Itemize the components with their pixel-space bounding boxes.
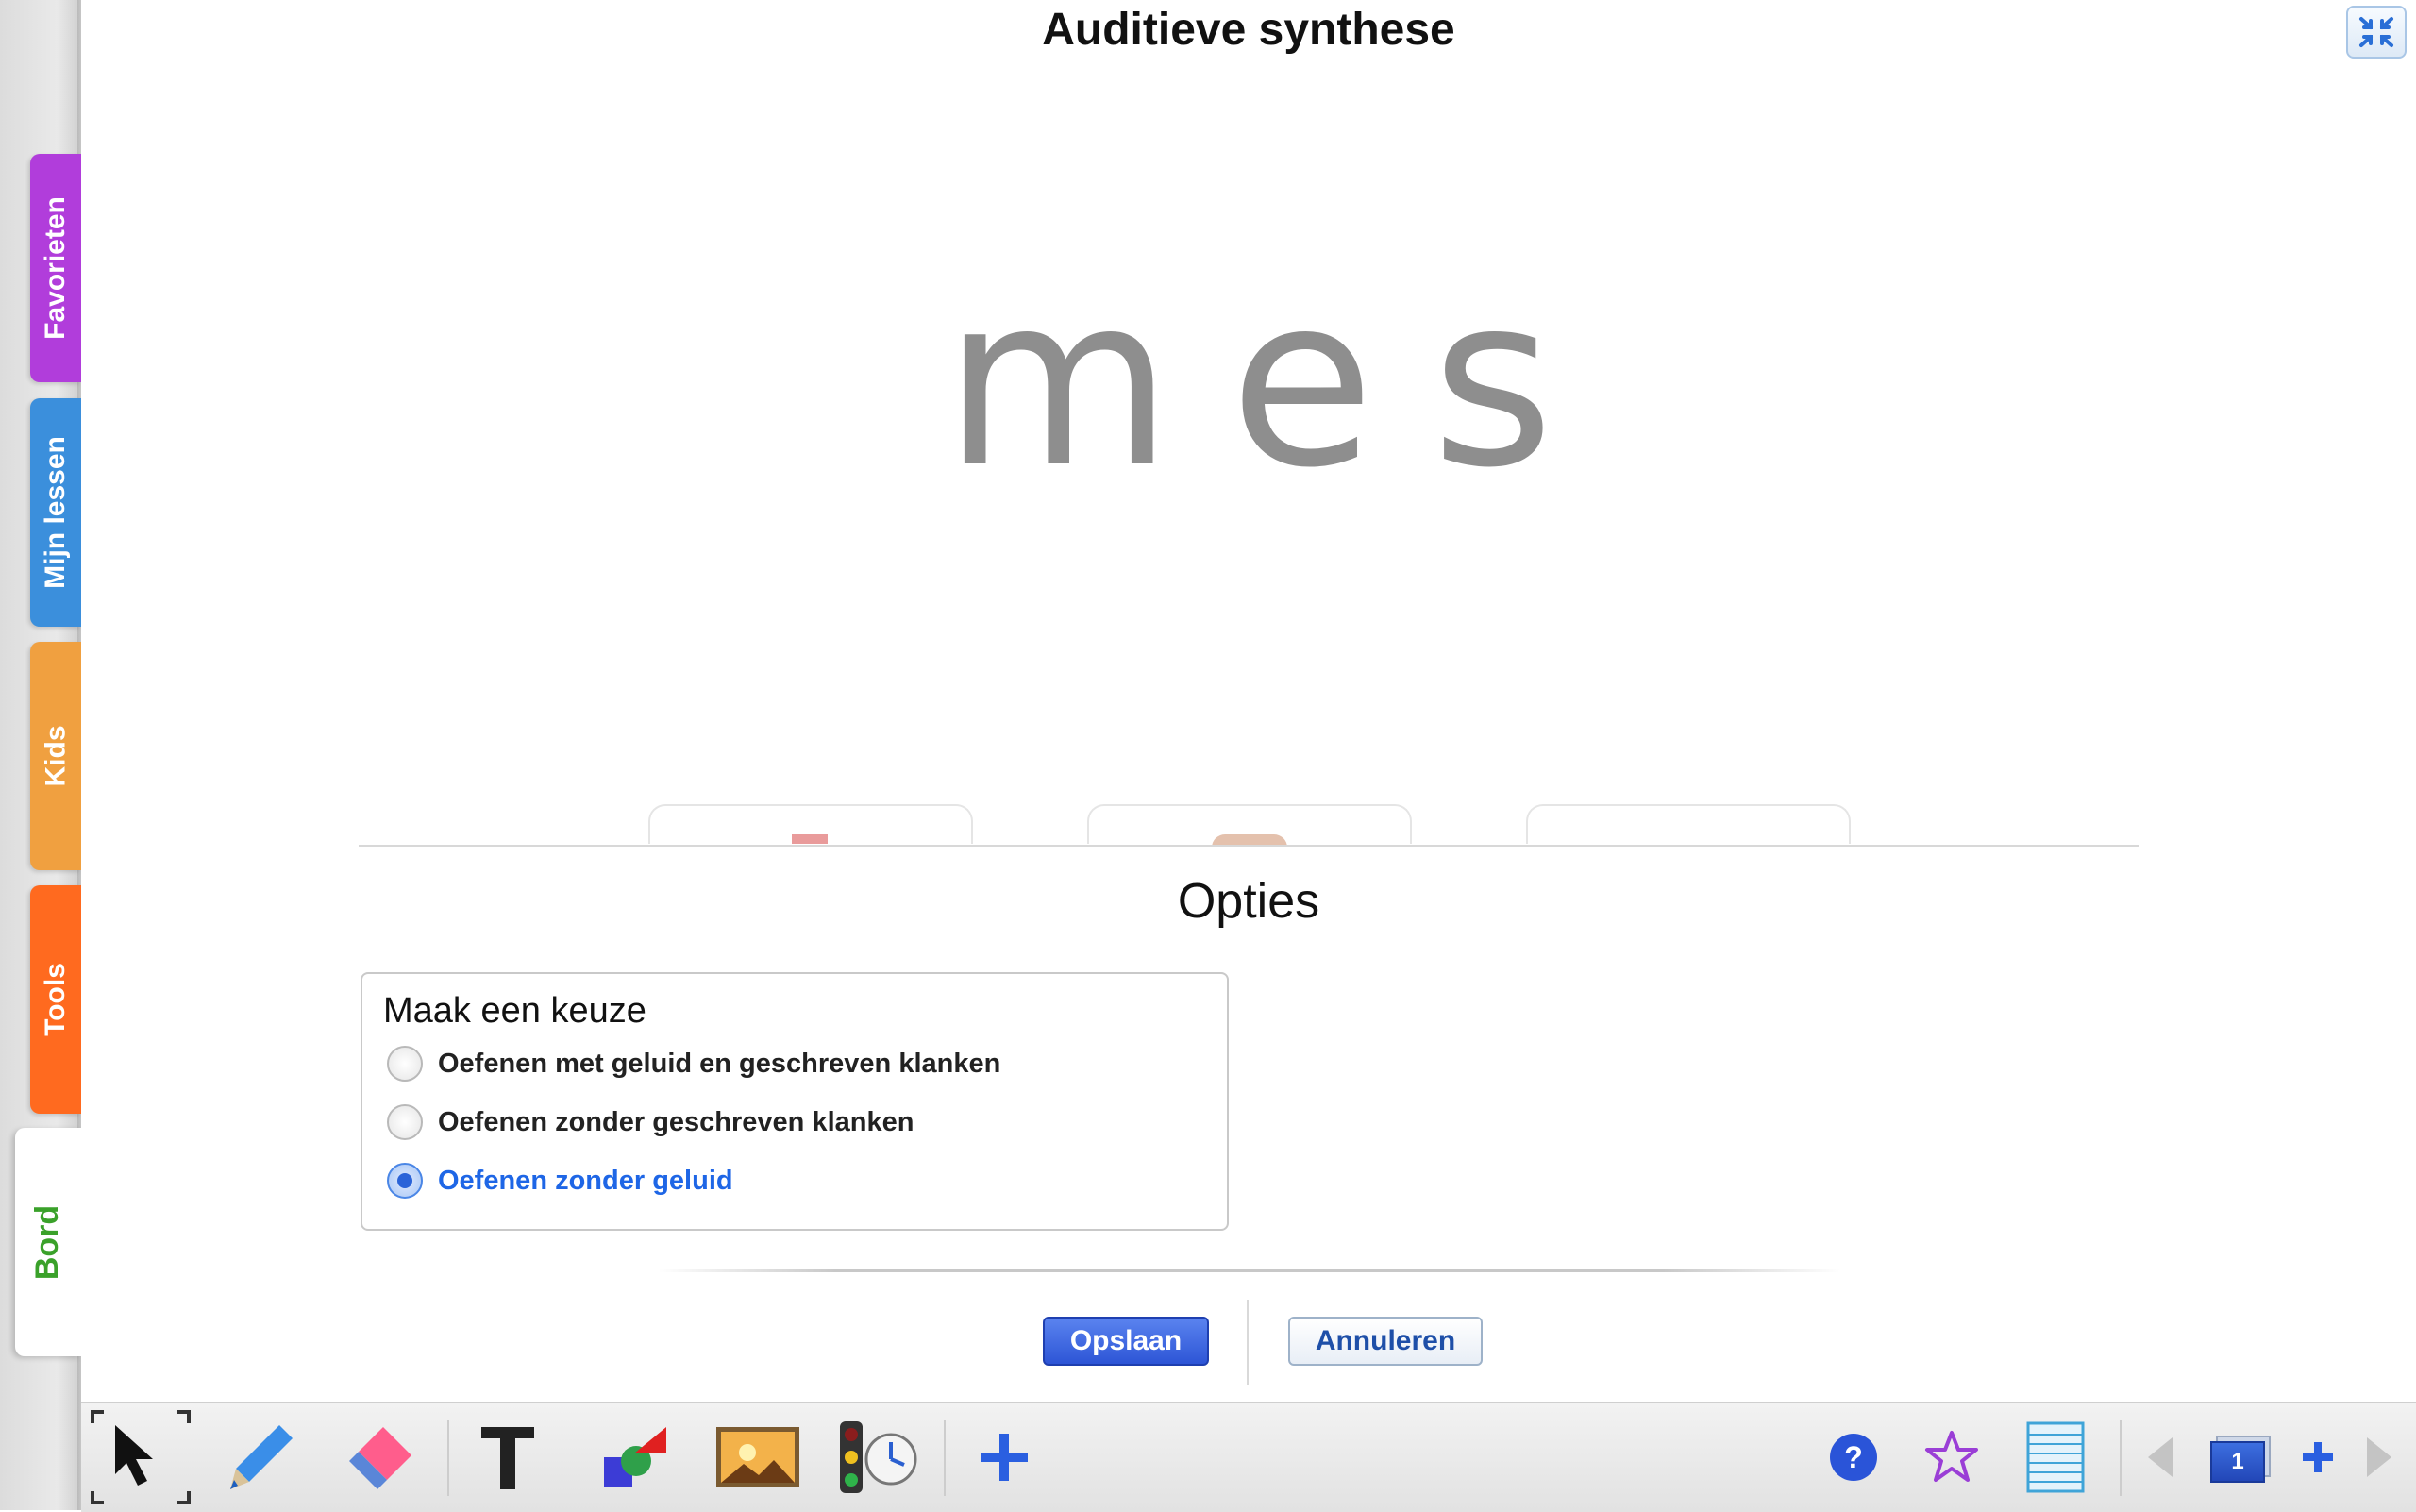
radio-button[interactable]: [387, 1046, 423, 1082]
shapes-icon: [604, 1427, 666, 1487]
image-tool-button[interactable]: [715, 1415, 800, 1500]
pen-tool-button[interactable]: [223, 1415, 298, 1500]
page-number: 1: [2231, 1449, 2244, 1474]
option-without-sound[interactable]: Oefenen zonder geluid: [387, 1163, 733, 1199]
option-with-sound-and-written[interactable]: Oefenen met geluid en geschreven klanken: [387, 1046, 1000, 1082]
collapse-icon: [2359, 17, 2393, 47]
option-label: Oefenen met geluid en geschreven klanken: [438, 1048, 1001, 1079]
favorite-button[interactable]: [1916, 1415, 1988, 1500]
page-thumbnail-icon: 1: [2210, 1436, 2271, 1483]
option-label: Oefenen zonder geschreven klanken: [438, 1106, 914, 1137]
tab-mijn-lessen[interactable]: Mijn lessen: [30, 398, 81, 627]
radio-button[interactable]: [387, 1104, 423, 1140]
svg-text:?: ?: [1844, 1440, 1863, 1474]
picture-card[interactable]: [1526, 804, 1851, 844]
toolbar-separator: [447, 1420, 449, 1496]
favorite-star-icon: [1925, 1431, 1978, 1482]
pen-icon: [230, 1425, 293, 1489]
select-icon: [91, 1410, 191, 1504]
traffic-light-timer-icon: [840, 1421, 917, 1493]
notes-icon: [2026, 1421, 2085, 1493]
shapes-tool-button[interactable]: [598, 1415, 674, 1500]
eraser-tool-button[interactable]: [344, 1415, 419, 1500]
synthesis-word: mes: [943, 244, 1611, 519]
tab-tools-label: Tools: [40, 963, 71, 1036]
next-page-button[interactable]: [2356, 1415, 2403, 1500]
toolbar-separator: [2120, 1420, 2122, 1496]
tab-favorieten-label: Favorieten: [40, 196, 71, 340]
add-icon: [981, 1434, 1028, 1481]
select-tool-button[interactable]: [91, 1410, 191, 1504]
bottom-toolbar: ? 1: [81, 1402, 2416, 1512]
help-icon: ?: [1830, 1434, 1877, 1481]
exit-fullscreen-button[interactable]: [2346, 6, 2407, 59]
tab-tools[interactable]: Tools: [30, 885, 81, 1114]
add-tool-button[interactable]: [968, 1415, 1040, 1500]
tab-kids-label: Kids: [40, 725, 72, 787]
tab-mijn-lessen-label: Mijn lessen: [40, 436, 71, 589]
next-page-icon: [2367, 1437, 2391, 1477]
text-icon: [481, 1427, 534, 1489]
picture-card[interactable]: [648, 804, 973, 844]
eraser-icon: [349, 1427, 411, 1489]
toolbar-separator: [944, 1420, 946, 1496]
cancel-button[interactable]: Annuleren: [1288, 1317, 1483, 1366]
radio-button-selected[interactable]: [387, 1163, 423, 1199]
page-thumbnail-button[interactable]: 1: [2201, 1415, 2276, 1500]
image-icon: [716, 1427, 799, 1487]
notes-button[interactable]: [2020, 1415, 2091, 1500]
picture-card-image-fragment: [792, 834, 828, 844]
picture-card[interactable]: [1087, 804, 1412, 848]
page-title: Auditieve synthese: [1042, 5, 1455, 55]
options-sheet: Opties Maak een keuze Oefenen met geluid…: [359, 845, 2139, 1403]
previous-page-icon: [2148, 1437, 2173, 1477]
tab-kids[interactable]: Kids: [30, 642, 81, 870]
button-separator: [1247, 1300, 1249, 1385]
add-page-icon: [2303, 1442, 2333, 1472]
choice-group-legend: Maak een keuze: [383, 991, 646, 1031]
previous-page-button[interactable]: [2137, 1415, 2184, 1500]
tab-favorieten[interactable]: Favorieten: [30, 154, 81, 382]
text-tool-button[interactable]: [472, 1415, 544, 1500]
tab-bord[interactable]: Bord: [15, 1128, 81, 1356]
save-button[interactable]: Opslaan: [1043, 1317, 1209, 1366]
option-label: Oefenen zonder geluid: [438, 1165, 733, 1196]
timer-tool-button[interactable]: [836, 1415, 921, 1500]
divider: [659, 1269, 1840, 1272]
choice-group: Maak een keuze Oefenen met geluid en ges…: [361, 972, 1229, 1231]
add-page-button[interactable]: [2290, 1415, 2346, 1500]
help-button[interactable]: ?: [1818, 1415, 1889, 1500]
options-title: Opties: [1177, 874, 1320, 929]
tab-bord-label: Bord: [29, 1204, 66, 1280]
option-without-written[interactable]: Oefenen zonder geschreven klanken: [387, 1104, 914, 1140]
